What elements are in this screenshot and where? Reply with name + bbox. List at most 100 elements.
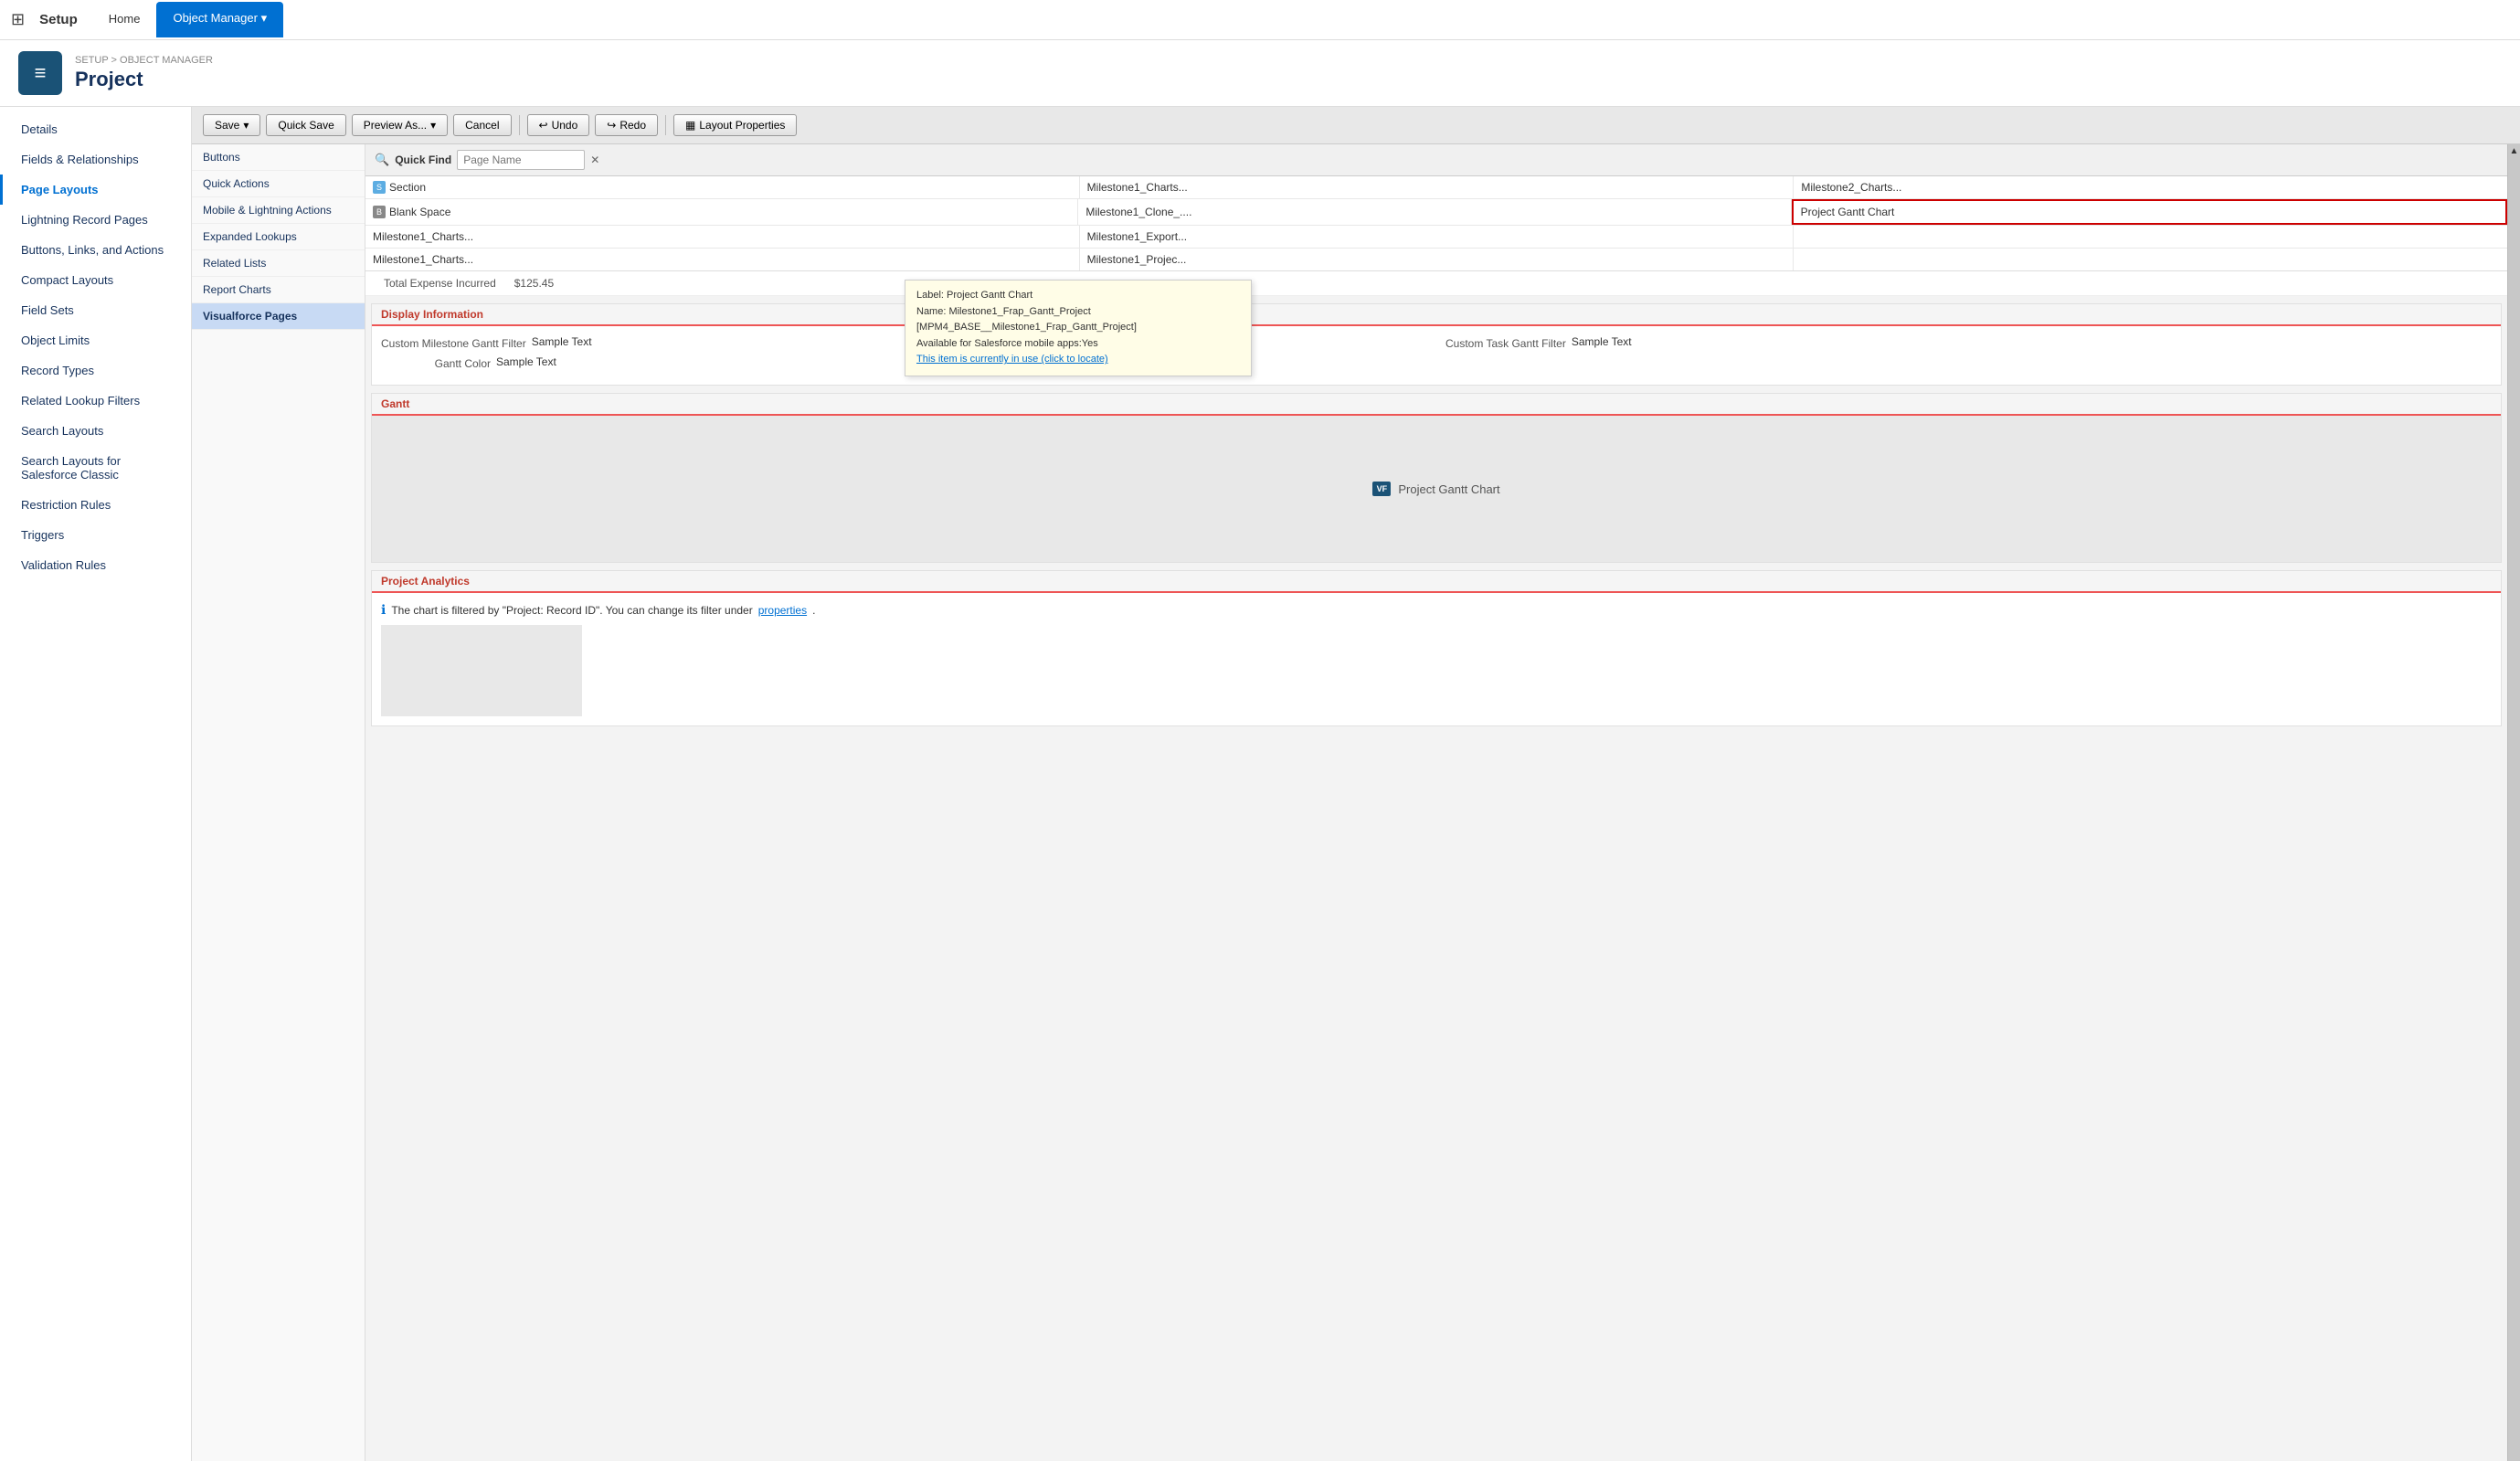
page-title: Project [75, 68, 213, 91]
gantt-body: VF Project Gantt Chart [372, 416, 2501, 562]
element-label: Section [389, 181, 426, 194]
element-milestone1-charts-2[interactable]: Milestone1_Charts... [365, 226, 1080, 248]
tooltip-inuse: This item is currently in use (click to … [916, 352, 1240, 368]
element-milestone1-charts-1[interactable]: Milestone1_Charts... [1080, 176, 1795, 198]
element-project-gantt-chart[interactable]: Project Gantt Chart [1792, 199, 2507, 225]
quicksave-button[interactable]: Quick Save [266, 114, 345, 136]
tab-object-manager[interactable]: Object Manager ▾ [156, 2, 283, 37]
sidebar-item-page-layouts[interactable]: Page Layouts [0, 175, 191, 205]
blank-icon: B [373, 206, 386, 218]
section-row: Custom Milestone Gantt Filter Sample Tex… [381, 335, 2492, 350]
quick-find-label: Quick Find [395, 154, 451, 166]
app-grid-icon[interactable]: ⊞ [11, 10, 25, 29]
sidebar-item-buttons[interactable]: Buttons, Links, and Actions [0, 235, 191, 265]
tab-home[interactable]: Home [92, 2, 157, 37]
cancel-button[interactable]: Cancel [453, 114, 511, 136]
element-section[interactable]: S Section [365, 176, 1080, 198]
element-blank-space[interactable]: B Blank Space [365, 199, 1078, 225]
element-milestone1-charts-3[interactable]: Milestone1_Charts... [365, 249, 1080, 270]
redo-icon: ↪ [607, 119, 616, 132]
picker-related-lists[interactable]: Related Lists [192, 250, 365, 277]
sidebar-item-recordtypes[interactable]: Record Types [0, 355, 191, 386]
analytics-info-row: ℹ The chart is filtered by "Project: Rec… [381, 602, 2492, 618]
picker-quick-actions[interactable]: Quick Actions [192, 171, 365, 197]
save-button[interactable]: Save ▾ [203, 114, 260, 136]
vf-badge: VF [1372, 482, 1391, 496]
element-label: Milestone1_Charts... [373, 230, 473, 243]
analytics-header: Project Analytics [372, 571, 2501, 593]
sidebar-item-fieldsets[interactable]: Field Sets [0, 295, 191, 325]
object-icon: ≡ [18, 51, 62, 95]
sidebar-item-fields[interactable]: Fields & Relationships [0, 144, 191, 175]
element-label: Milestone1_Charts... [373, 253, 473, 266]
sidebar-item-compact[interactable]: Compact Layouts [0, 265, 191, 295]
sidebar-item-details[interactable]: Details [0, 114, 191, 144]
search-input[interactable] [457, 150, 585, 170]
tooltip-name: Name: Milestone1_Frap_Gantt_Project [MPM… [916, 304, 1240, 336]
element-milestone1-projec[interactable]: Milestone1_Projec... [1080, 249, 1795, 270]
section-row-2: Gantt Color Sample Text [381, 355, 2492, 370]
layout-properties-button[interactable]: ▦ Layout Properties [673, 114, 797, 136]
elements-row: Milestone1_Charts... Milestone1_Projec..… [365, 249, 2507, 270]
sidebar-item-search-layouts[interactable]: Search Layouts [0, 416, 191, 446]
clear-search-button[interactable]: ✕ [590, 154, 599, 166]
tooltip-box: Label: Project Gantt Chart Name: Milesto… [905, 280, 1252, 376]
elements-row: B Blank Space Milestone1_Clone_.... Proj… [365, 199, 2507, 226]
expense-value: $125.45 [514, 277, 554, 290]
redo-button[interactable]: ↪ Redo [595, 114, 658, 136]
sidebar-item-lightning[interactable]: Lightning Record Pages [0, 205, 191, 235]
panel-layout: Buttons Quick Actions Mobile & Lightning… [192, 144, 2520, 1461]
setup-title: Setup [39, 12, 78, 27]
scroll-arrow-up[interactable]: ▲ [2510, 146, 2519, 156]
previewas-button[interactable]: Preview As... ▾ [352, 114, 448, 136]
expense-row: Total Expense Incurred $125.45 [365, 271, 2507, 296]
toolbar: Save ▾ Quick Save Preview As... ▾ Cancel… [192, 107, 2520, 144]
picker-report-charts[interactable]: Report Charts [192, 277, 365, 303]
picker-mobile-lightning[interactable]: Mobile & Lightning Actions [192, 197, 365, 224]
section-body: Custom Milestone Gantt Filter Sample Tex… [372, 326, 2501, 385]
picker-buttons[interactable]: Buttons [192, 144, 365, 171]
toolbar-divider [519, 115, 520, 135]
element-milestone1-clone[interactable]: Milestone1_Clone_.... [1078, 199, 1791, 225]
display-info-section: Display Information Custom Milestone Gan… [371, 303, 2502, 386]
sidebar-item-related-lookup[interactable]: Related Lookup Filters [0, 386, 191, 416]
gantt-chart-label: Project Gantt Chart [1398, 482, 1499, 496]
save-dropdown-icon: ▾ [243, 119, 249, 132]
properties-link[interactable]: properties [758, 604, 807, 617]
field-value: Sample Text [1572, 335, 1632, 348]
gantt-section: Gantt VF Project Gantt Chart [371, 393, 2502, 563]
dropdown-icon: ▾ [261, 11, 268, 25]
element-empty-1 [1794, 226, 2507, 248]
picker-visualforce[interactable]: Visualforce Pages [192, 303, 365, 330]
element-label: Milestone1_Charts... [1087, 181, 1188, 194]
nav-tabs: Home Object Manager ▾ [92, 2, 283, 37]
undo-button[interactable]: ↩ Undo [527, 114, 590, 136]
analytics-body: ℹ The chart is filtered by "Project: Rec… [372, 593, 2501, 725]
stack-icon: ≡ [35, 61, 47, 85]
picker-expanded-lookups[interactable]: Expanded Lookups [192, 224, 365, 250]
picker-panel: Buttons Quick Actions Mobile & Lightning… [192, 144, 365, 1461]
analytics-info-text-prefix: The chart is filtered by "Project: Recor… [391, 604, 752, 617]
breadcrumb: SETUP > OBJECT MANAGER [75, 55, 213, 66]
sidebar-item-validation[interactable]: Validation Rules [0, 550, 191, 580]
undo-icon: ↩ [539, 119, 548, 132]
scrollbar[interactable]: ▲ [2507, 144, 2520, 1461]
elements-grid: S Section Milestone1_Charts... Milestone… [365, 176, 2507, 271]
content-area: Save ▾ Quick Save Preview As... ▾ Cancel… [192, 107, 2520, 1461]
field-label: Gantt Color [381, 355, 491, 370]
search-icon: 🔍 [375, 153, 389, 167]
gantt-header: Gantt [372, 394, 2501, 416]
quick-find-bar: 🔍 Quick Find ✕ [365, 144, 2507, 176]
field-group-right: Custom Task Gantt Filter Sample Text [1445, 335, 2492, 350]
field-label: Custom Milestone Gantt Filter [381, 335, 526, 350]
field-group-gantt-color: Gantt Color Sample Text [381, 355, 2492, 370]
element-empty-2 [1794, 249, 2507, 270]
sidebar-item-restriction[interactable]: Restriction Rules [0, 490, 191, 520]
sidebar-item-triggers[interactable]: Triggers [0, 520, 191, 550]
element-milestone2-charts[interactable]: Milestone2_Charts... [1794, 176, 2507, 198]
layout-props-icon: ▦ [685, 119, 695, 132]
element-milestone1-export[interactable]: Milestone1_Export... [1080, 226, 1795, 248]
sidebar-item-search-classic[interactable]: Search Layouts for Salesforce Classic [0, 446, 191, 490]
sidebar-item-objectlimits[interactable]: Object Limits [0, 325, 191, 355]
element-label: Blank Space [389, 206, 450, 218]
